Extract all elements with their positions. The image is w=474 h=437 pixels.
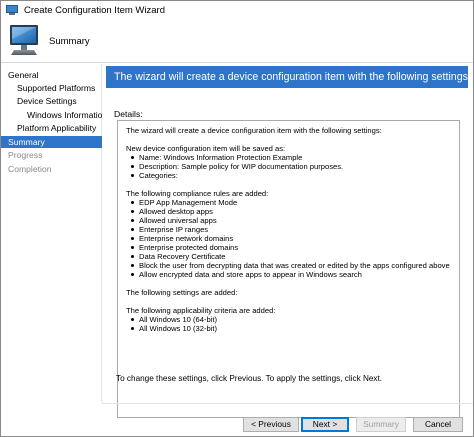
page-title: Summary [49, 36, 90, 47]
list-item: EDP App Management Mode [126, 198, 451, 207]
saved-list: Name: Windows Information Protection Exa… [126, 153, 451, 180]
cancel-button[interactable]: Cancel [413, 417, 463, 432]
wizard-navigation: General Supported Platforms Device Setti… [1, 64, 107, 402]
list-item: Allowed desktop apps [126, 207, 451, 216]
details-label: Details: [114, 109, 143, 119]
applicability-list: All Windows 10 (64-bit) All Windows 10 (… [126, 315, 451, 333]
nav-item-progress: Progress [8, 150, 43, 160]
list-item: Allowed universal apps [126, 216, 451, 225]
list-item: Enterprise IP ranges [126, 225, 451, 234]
main-content: The wizard will create a device configur… [102, 64, 473, 418]
page-banner: The wizard will create a device configur… [106, 66, 468, 88]
list-item: Allow encrypted data and store apps to a… [126, 270, 451, 279]
nav-item-summary[interactable]: Summary [1, 136, 102, 148]
details-intro: The wizard will create a device configur… [126, 126, 382, 135]
summary-button: Summary [356, 417, 406, 432]
window-title: Create Configuration Item Wizard [24, 4, 165, 16]
wizard-window: Create Configuration Item Wizard Summary [0, 0, 474, 437]
computer-monitor-icon [10, 25, 38, 55]
rules-list: EDP App Management Mode Allowed desktop … [126, 198, 451, 279]
list-item: All Windows 10 (64-bit) [126, 315, 451, 324]
wizard-header: Summary [1, 19, 473, 63]
list-item: Description: Sample policy for WIP docum… [126, 162, 451, 171]
nav-item-supported-platforms[interactable]: Supported Platforms [1, 82, 102, 94]
configuration-manager-icon [6, 5, 18, 15]
nav-item-general[interactable]: General [1, 69, 102, 81]
nav-item-windows-information[interactable]: Windows Information [1, 109, 107, 121]
rules-heading: The following compliance rules are added… [126, 189, 269, 198]
previous-button[interactable]: < Previous [243, 417, 299, 432]
list-item: Categories: [126, 171, 451, 180]
nav-item-device-settings[interactable]: Device Settings [1, 95, 102, 107]
title-bar[interactable]: Create Configuration Item Wizard [1, 1, 473, 19]
next-button[interactable]: Next > [301, 417, 349, 432]
nav-item-completion: Completion [8, 164, 52, 174]
applicability-heading: The following applicability criteria are… [126, 306, 276, 315]
settings-heading: The following settings are added: [126, 288, 238, 297]
list-item: All Windows 10 (32-bit) [126, 324, 451, 333]
list-item: Block the user from decrypting data that… [126, 261, 451, 270]
footer-divider [102, 403, 473, 404]
list-item: Enterprise protected domains [126, 243, 451, 252]
saved-heading: New device configuration item will be sa… [126, 144, 286, 153]
list-item: Enterprise network domains [126, 234, 451, 243]
list-item: Name: Windows Information Protection Exa… [126, 153, 451, 162]
instruction-text: To change these settings, click Previous… [116, 374, 383, 383]
nav-item-platform-applicability[interactable]: Platform Applicability [1, 122, 102, 134]
list-item: Data Recovery Certificate [126, 252, 451, 261]
